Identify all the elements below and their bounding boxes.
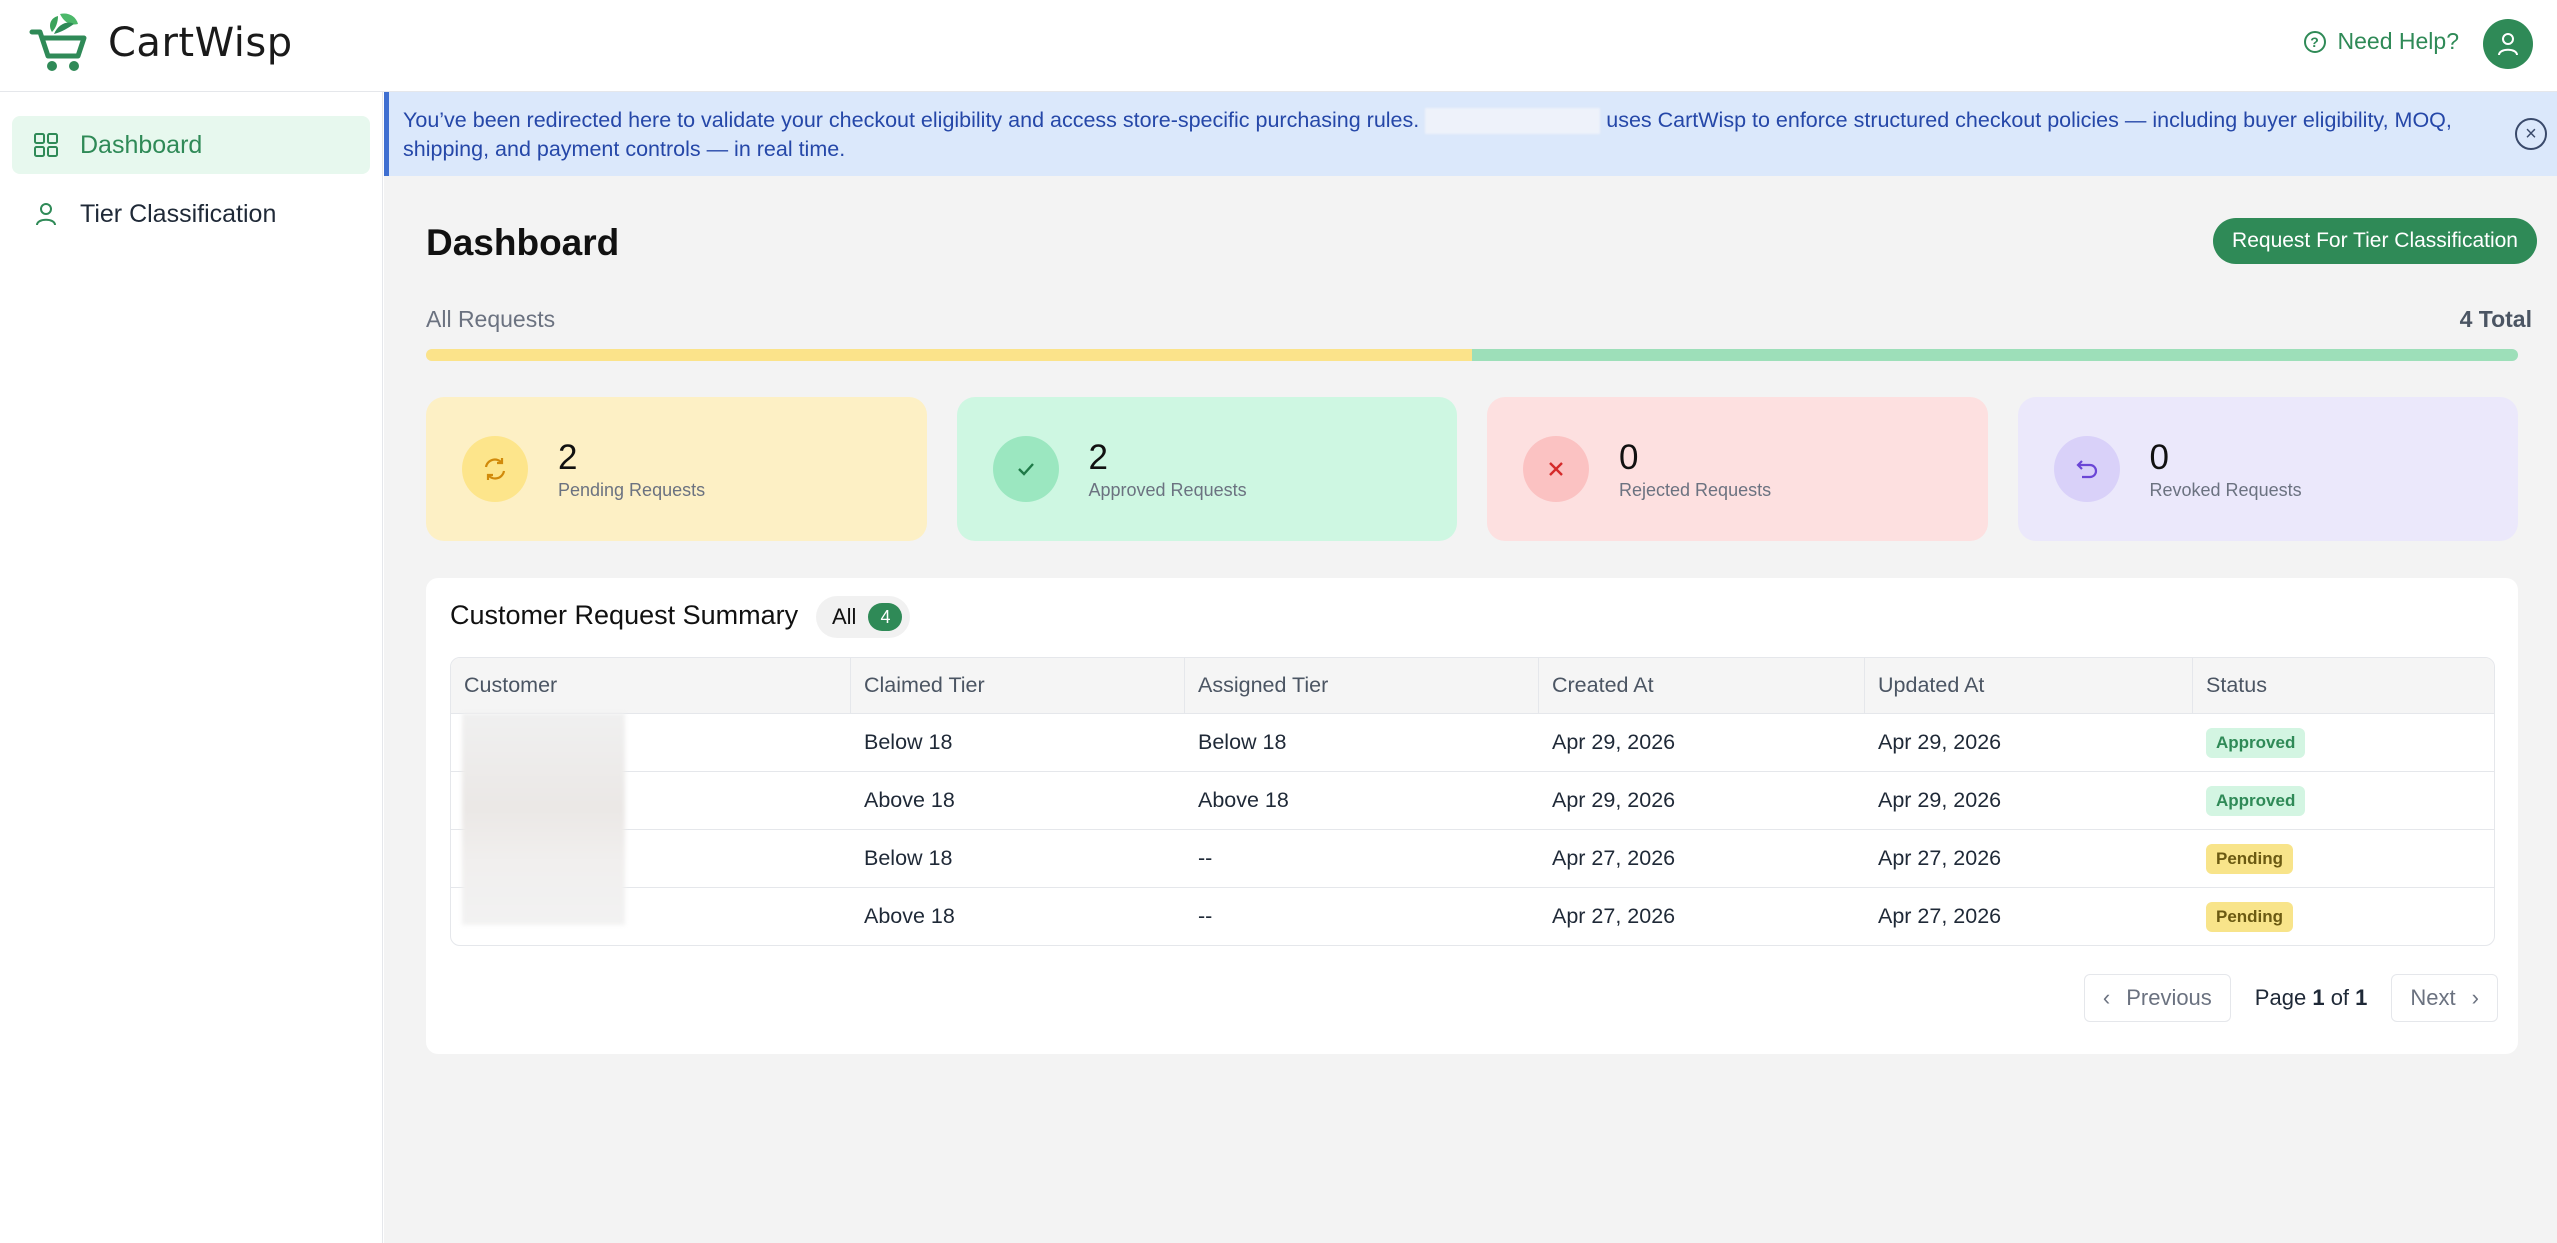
rejected-requests-card: 0 Rejected Requests — [1487, 397, 1988, 541]
assigned-tier-cell: Below 18 — [1198, 730, 1287, 754]
stat-cards: 2 Pending Requests 2 Approved Requests 0… — [426, 397, 2518, 541]
progress-segment-approved — [1472, 349, 2518, 361]
pagination: ‹ Previous Page 1 of 1 Next › — [2083, 974, 2498, 1022]
sidebar-item-dashboard[interactable]: Dashboard — [12, 116, 370, 174]
close-icon[interactable]: × — [2515, 118, 2547, 150]
status-cell: Pending — [2193, 830, 2494, 887]
updated-at-cell: Apr 27, 2026 — [1878, 846, 2002, 870]
claimed-tier-cell: Above 18 — [864, 788, 955, 812]
customer-request-summary-panel: Customer Request Summary All 4 Customer … — [426, 578, 2518, 1054]
column-header-assigned-tier: Assigned Tier — [1185, 658, 1539, 713]
grid-icon — [32, 131, 60, 159]
undo-icon — [2053, 436, 2120, 502]
rejected-count: 0 — [1619, 437, 1639, 477]
pending-count: 2 — [558, 437, 578, 477]
status-badge: Pending — [2206, 901, 2294, 932]
claimed-tier-cell: Below 18 — [864, 730, 953, 754]
filter-count-badge: 4 — [868, 603, 903, 631]
table-header: Customer Claimed Tier Assigned Tier Crea… — [451, 658, 2494, 713]
updated-at-cell: Apr 29, 2026 — [1878, 730, 2002, 754]
main-content: You’ve been redirected here to validate … — [384, 92, 2557, 1243]
total-pages: 1 — [2355, 985, 2368, 1010]
assigned-tier-cell: -- — [1198, 846, 1213, 870]
cart-logo-icon — [29, 13, 87, 71]
redacted-customer-names — [462, 713, 625, 925]
created-at-cell: Apr 29, 2026 — [1552, 788, 1676, 812]
pending-label: Pending Requests — [558, 479, 706, 500]
x-icon — [1523, 436, 1589, 502]
redirect-info-banner: You’ve been redirected here to validate … — [384, 92, 2557, 176]
page-title: Dashboard — [426, 222, 620, 263]
created-at-cell: Apr 27, 2026 — [1552, 904, 1676, 928]
status-cell: Pending — [2193, 888, 2494, 945]
column-header-created-at: Created At — [1539, 658, 1865, 713]
previous-label: Previous — [2126, 985, 2212, 1010]
revoked-label: Revoked Requests — [2149, 479, 2302, 500]
filter-label: All — [832, 604, 857, 629]
revoked-requests-card: 0 Revoked Requests — [2017, 397, 2518, 541]
sidebar-item-label: Dashboard — [80, 130, 203, 159]
status-cell: Approved — [2193, 714, 2494, 771]
table-row[interactable]: Above 18 Above 18 Apr 29, 2026 Apr 29, 2… — [451, 771, 2494, 829]
approved-count: 2 — [1088, 437, 1108, 477]
app-name: CartWisp — [108, 20, 293, 66]
requests-table: Customer Claimed Tier Assigned Tier Crea… — [450, 657, 2495, 946]
column-header-customer: Customer — [451, 658, 851, 713]
claimed-tier-cell: Below 18 — [864, 846, 953, 870]
requests-progress-bar — [426, 349, 2518, 361]
claimed-tier-cell: Above 18 — [864, 904, 955, 928]
user-icon — [32, 200, 60, 228]
previous-page-button[interactable]: ‹ Previous — [2083, 974, 2231, 1022]
need-help-label: Need Help? — [2337, 28, 2459, 54]
panel-title: Customer Request Summary — [450, 600, 799, 630]
approved-requests-card: 2 Approved Requests — [956, 397, 1457, 541]
column-header-claimed-tier: Claimed Tier — [851, 658, 1185, 713]
status-badge: Approved — [2206, 727, 2306, 758]
sidebar: Dashboard Tier Classification — [0, 92, 383, 1243]
created-at-cell: Apr 29, 2026 — [1552, 730, 1676, 754]
current-page: 1 — [2312, 985, 2325, 1010]
of-word: of — [2330, 985, 2350, 1010]
user-icon — [2498, 33, 2518, 56]
updated-at-cell: Apr 27, 2026 — [1878, 904, 2002, 928]
table-row[interactable]: Below 18 Below 18 Apr 29, 2026 Apr 29, 2… — [451, 713, 2494, 771]
table-row[interactable]: Below 18 -- Apr 27, 2026 Apr 27, 2026 Pe… — [451, 829, 2494, 887]
request-tier-classification-button[interactable]: Request For Tier Classification — [2213, 218, 2537, 264]
revoked-count: 0 — [2149, 437, 2169, 477]
check-icon — [992, 436, 1059, 502]
next-label: Next — [2410, 985, 2456, 1010]
refresh-icon — [462, 436, 528, 502]
chevron-right-icon: › — [2471, 985, 2479, 1010]
banner-text-before: You’ve been redirected here to validate … — [403, 108, 1420, 132]
status-cell: Approved — [2193, 772, 2494, 829]
page-indicator: Page 1 of 1 — [2255, 985, 2368, 1011]
page-word: Page — [2254, 985, 2307, 1010]
sidebar-item-tier-classification[interactable]: Tier Classification — [12, 185, 370, 243]
assigned-tier-cell: Above 18 — [1198, 788, 1289, 812]
created-at-cell: Apr 27, 2026 — [1552, 846, 1676, 870]
column-header-status: Status — [2206, 673, 2267, 697]
question-icon: ? — [2303, 30, 2326, 53]
next-page-button[interactable]: Next › — [2391, 974, 2498, 1022]
assigned-tier-cell: -- — [1198, 904, 1213, 928]
filter-all-chip[interactable]: All 4 — [816, 596, 911, 638]
approved-label: Approved Requests — [1088, 479, 1247, 500]
total-count: 4 Total — [2459, 306, 2532, 332]
progress-segment-pending — [426, 349, 1472, 361]
table-row[interactable]: Above 18 -- Apr 27, 2026 Apr 27, 2026 Pe… — [451, 887, 2494, 945]
column-header-updated-at: Updated At — [1865, 658, 2193, 713]
top-header: CartWisp ? Need Help? — [0, 0, 2557, 92]
redacted-store-name — [1425, 108, 1601, 135]
status-badge: Pending — [2206, 843, 2294, 874]
all-requests-label: All Requests — [426, 306, 556, 332]
chevron-left-icon: ‹ — [2102, 985, 2111, 1010]
pending-requests-card: 2 Pending Requests — [426, 397, 927, 541]
sidebar-item-label: Tier Classification — [80, 199, 277, 228]
status-badge: Approved — [2206, 785, 2306, 816]
updated-at-cell: Apr 29, 2026 — [1878, 788, 2002, 812]
user-avatar-button[interactable] — [2483, 19, 2533, 69]
app-logo[interactable]: CartWisp — [28, 10, 293, 76]
need-help-link[interactable]: ? Need Help? — [2303, 28, 2459, 55]
rejected-label: Rejected Requests — [1619, 479, 1772, 500]
